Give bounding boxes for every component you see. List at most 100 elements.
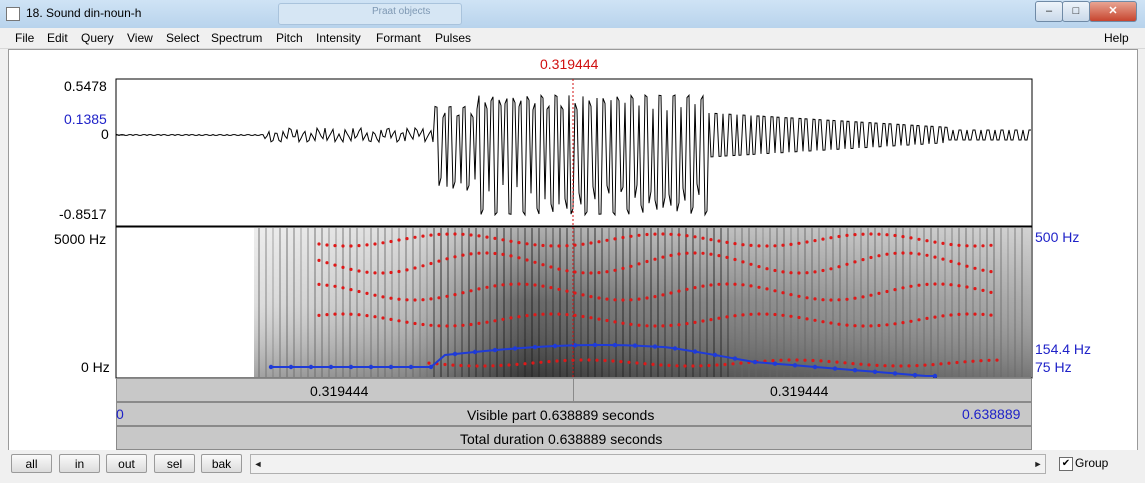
- formant-point: [787, 358, 791, 362]
- formant-point: [837, 234, 841, 239]
- formant-point: [733, 314, 737, 318]
- formant-point: [573, 291, 577, 295]
- formant-point: [835, 360, 839, 364]
- zoom-in-button[interactable]: in: [59, 454, 100, 473]
- formant-point: [661, 293, 665, 297]
- minimize-button[interactable]: –: [1035, 1, 1063, 22]
- menu-file[interactable]: File: [15, 31, 34, 45]
- formant-point: [789, 293, 793, 297]
- pitch-point: [512, 346, 518, 351]
- horizontal-scrollbar[interactable]: ◄ ►: [250, 454, 1046, 474]
- formant-point: [413, 298, 417, 302]
- zoom-selection-button[interactable]: sel: [154, 454, 195, 473]
- formant-point: [461, 323, 465, 327]
- pitch-point: [348, 364, 354, 370]
- right-selection-bar[interactable]: 0.319444: [573, 378, 1032, 402]
- formant-point: [555, 359, 559, 363]
- pitch-point: [388, 364, 394, 370]
- formant-point: [453, 324, 457, 328]
- formant-point: [813, 297, 817, 301]
- formant-point: [525, 282, 529, 286]
- praat-window-icon: [6, 7, 20, 21]
- formant-point: [685, 234, 689, 238]
- scroll-right-icon[interactable]: ►: [1031, 455, 1045, 473]
- formant-point: [477, 234, 481, 238]
- formant-point: [971, 359, 975, 363]
- formant-point: [437, 296, 441, 300]
- formant-point: [445, 257, 449, 261]
- zoom-out-button[interactable]: out: [106, 454, 147, 473]
- menu-formant[interactable]: Formant: [376, 31, 421, 45]
- formant-point: [797, 294, 801, 298]
- formant-point: [325, 243, 329, 247]
- menu-pitch[interactable]: Pitch: [276, 31, 303, 45]
- formant-point: [589, 316, 593, 320]
- formant-point: [949, 313, 953, 317]
- formant-point: [757, 285, 761, 289]
- formant-point: [917, 283, 921, 287]
- formant-point: [341, 265, 345, 269]
- visible-part-bar[interactable]: Visible part 0.638889 seconds: [116, 402, 1032, 426]
- formant-point: [779, 358, 783, 362]
- formant-point: [563, 358, 567, 363]
- menu-spectrum[interactable]: Spectrum: [211, 31, 262, 45]
- formant-point: [917, 318, 921, 322]
- formant-point: [901, 251, 905, 255]
- pitch-point: [552, 343, 558, 349]
- formant-point: [685, 251, 689, 255]
- pitch-point: [472, 349, 478, 355]
- menu-view[interactable]: View: [127, 31, 153, 45]
- formant-point: [965, 264, 969, 268]
- menu-pulses[interactable]: Pulses: [435, 31, 471, 45]
- menu-edit[interactable]: Edit: [47, 31, 68, 45]
- formant-point: [613, 298, 617, 302]
- formant-point: [941, 257, 945, 261]
- formant-point: [333, 244, 337, 248]
- formant-point: [797, 241, 801, 245]
- formant-point: [605, 238, 609, 242]
- formant-point: [349, 267, 353, 271]
- formant-point: [877, 254, 881, 258]
- formant-point: [877, 291, 881, 295]
- zoom-back-button[interactable]: bak: [201, 454, 242, 473]
- formant-point: [973, 312, 977, 316]
- formant-point: [619, 360, 623, 364]
- menu-select[interactable]: Select: [166, 31, 199, 45]
- editor-canvas[interactable]: 0.319444 0.5478 0.1385 0 -0.8517 5000 Hz…: [8, 49, 1138, 451]
- left-selection-bar[interactable]: 0.319444: [116, 378, 574, 402]
- formant-point: [701, 284, 705, 288]
- formant-point: [611, 359, 615, 363]
- formant-point: [523, 362, 527, 366]
- close-button[interactable]: ✕: [1089, 1, 1137, 22]
- formant-point: [397, 238, 401, 242]
- formant-point: [701, 251, 705, 255]
- total-duration-bar[interactable]: Total duration 0.638889 seconds: [116, 426, 1032, 450]
- zoom-all-button[interactable]: all: [11, 454, 52, 473]
- formant-point: [709, 318, 713, 322]
- formant-point: [933, 282, 937, 286]
- group-checkbox[interactable]: ✔: [1059, 457, 1073, 471]
- formant-point: [883, 364, 887, 368]
- formant-point: [533, 313, 537, 317]
- maximize-button[interactable]: □: [1062, 1, 1090, 22]
- scroll-left-icon[interactable]: ◄: [251, 455, 265, 473]
- formant-point: [821, 320, 825, 324]
- formant-point: [741, 313, 745, 317]
- menu-query[interactable]: Query: [81, 31, 114, 45]
- formant-point: [389, 239, 393, 244]
- menu-help[interactable]: Help: [1104, 31, 1129, 45]
- formant-point: [525, 258, 529, 262]
- menu-intensity[interactable]: Intensity: [316, 31, 361, 45]
- formant-point: [389, 296, 393, 300]
- formant-point: [851, 362, 855, 366]
- background-window-tab[interactable]: [278, 3, 462, 25]
- formant-point: [443, 362, 447, 367]
- formant-point: [541, 263, 545, 267]
- formant-point: [757, 312, 761, 316]
- pitch-point: [368, 364, 374, 370]
- formant-point: [469, 289, 473, 293]
- formant-point: [357, 313, 361, 317]
- formant-point: [973, 244, 977, 248]
- formant-point: [421, 234, 425, 238]
- formant-point: [549, 286, 553, 290]
